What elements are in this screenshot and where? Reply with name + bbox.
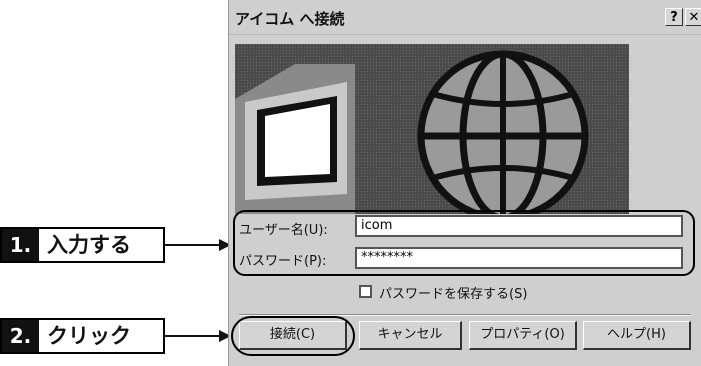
save-password-label: パスワードを保存する(S): [379, 287, 528, 302]
step-1-number: 1.: [2, 229, 39, 261]
step-2-arrow: [165, 335, 221, 337]
step-2-number: 2.: [2, 320, 39, 352]
close-button[interactable]: ✕: [685, 8, 701, 26]
connect-dialog: アイコム へ接続 ? ✕ ユーザー名(U): icom パスワード(P): **…: [228, 0, 701, 366]
step-1-text: 入力する: [47, 233, 131, 257]
cancel-button[interactable]: キャンセル: [359, 321, 462, 350]
step-1-arrow: [165, 244, 221, 246]
password-label: パスワード(P):: [239, 254, 327, 269]
username-label: ユーザー名(U):: [239, 223, 328, 238]
connect-highlight-frame: [231, 316, 355, 356]
dialog-title: アイコム へ接続: [235, 10, 345, 28]
monitor-globe-icon: [235, 44, 629, 214]
title-bar: アイコム へ接続 ? ✕: [229, 0, 701, 35]
callout-step-1: 1. 入力する: [0, 227, 165, 263]
help-title-button[interactable]: ?: [665, 8, 683, 26]
callout-step-2: 2. クリック: [0, 318, 165, 354]
help-button[interactable]: ヘルプ(H): [583, 321, 691, 350]
password-field[interactable]: ********: [355, 247, 683, 269]
step-2-text: クリック: [47, 324, 131, 348]
save-password-checkbox[interactable]: [359, 285, 372, 298]
username-field[interactable]: icom: [355, 215, 683, 237]
connection-banner-image: [235, 44, 629, 214]
properties-button[interactable]: プロパティ(O): [469, 321, 577, 350]
